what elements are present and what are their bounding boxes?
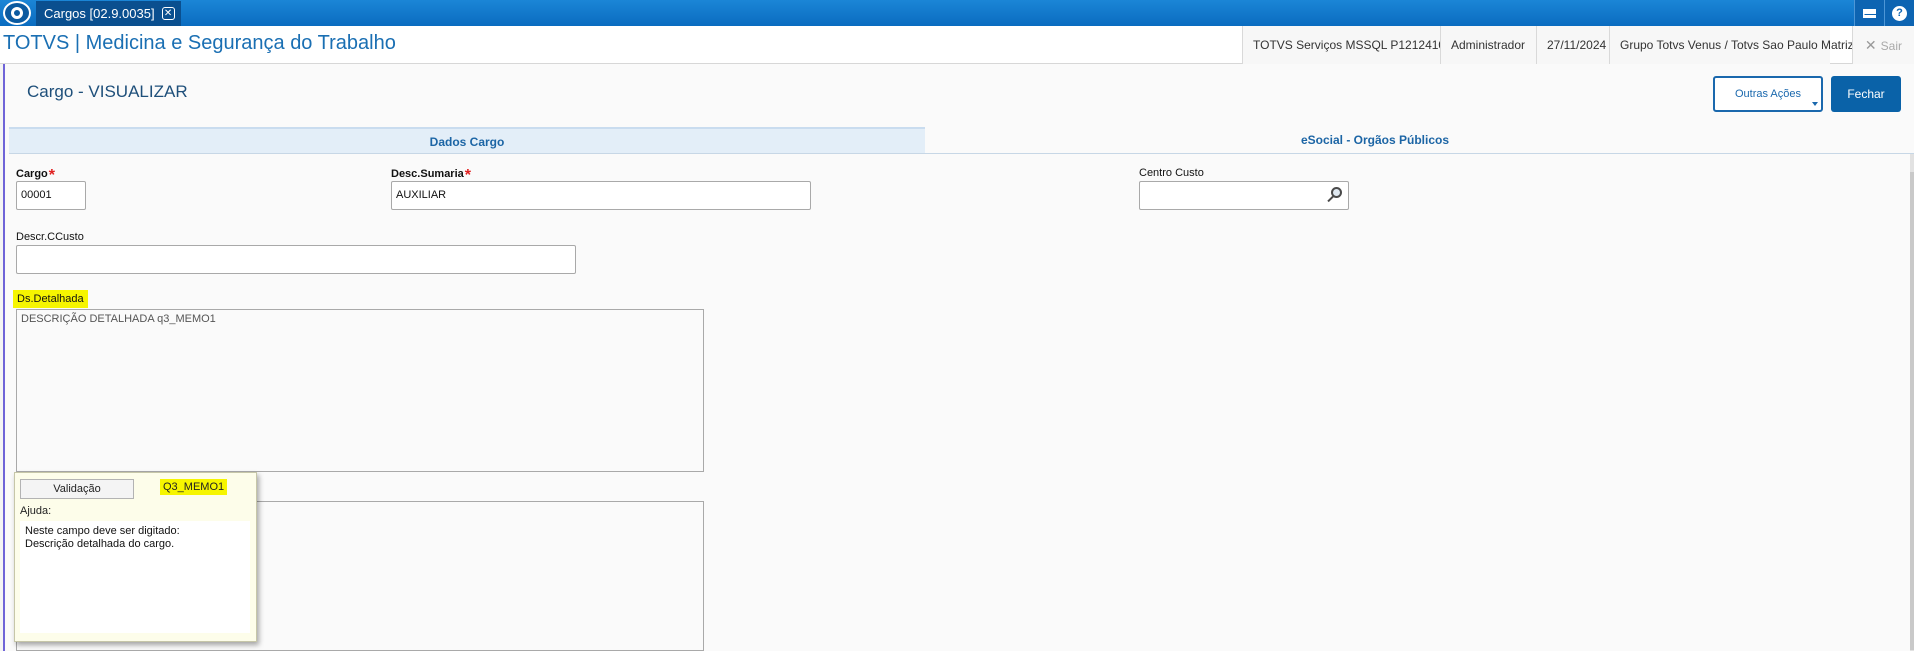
tab-cargos[interactable]: Cargos [02.9.0035] ✕ <box>36 1 181 26</box>
centro-custo-field[interactable] <box>1139 181 1349 210</box>
scrollbar-thumb[interactable] <box>1910 172 1914 650</box>
tab-dados-cargo[interactable]: Dados Cargo <box>9 127 925 153</box>
search-icon[interactable] <box>1326 186 1344 204</box>
help-text-line-2: Descrição detalhada do cargo. <box>25 538 175 550</box>
mail-button[interactable] <box>1854 0 1884 26</box>
cargo-field[interactable]: 00001 <box>16 181 86 210</box>
help-title: Ajuda: <box>20 505 52 517</box>
desc-sumaria-field[interactable]: AUXILIAR <box>391 181 811 210</box>
validation-button[interactable]: Validação <box>20 479 134 499</box>
help-text-line-1: Neste campo deve ser digitado: <box>25 525 180 537</box>
help-text: Neste campo deve ser digitado: Descrição… <box>20 521 250 633</box>
close-icon: ✕ <box>1864 37 1877 53</box>
exit-button[interactable]: ✕ Sair <box>1851 26 1914 64</box>
tab-esocial-orgaos-publicos[interactable]: eSocial - Orgãos Públicos <box>925 127 1825 153</box>
centro-custo-label: Centro Custo <box>1139 167 1204 179</box>
user-info: Administrador <box>1440 26 1536 64</box>
tab-cargos-label: Cargos [02.9.0035] <box>44 6 155 21</box>
ds-detalhada-label: Ds.Detalhada <box>13 290 88 308</box>
vertical-scrollbar[interactable] <box>1910 154 1914 651</box>
caret-down-icon <box>1812 102 1818 106</box>
totvs-logo-icon[interactable] <box>3 1 31 25</box>
date-info: 27/11/2024 <box>1536 26 1609 64</box>
other-actions-button[interactable]: Outras Ações <box>1713 76 1823 112</box>
other-actions-label: Outras Ações <box>1734 88 1802 100</box>
main-panel: Cargo - VISUALIZAR Outras Ações Fechar D… <box>3 64 1914 651</box>
exit-label: Sair <box>1880 39 1902 53</box>
field-name-badge: Q3_MEMO1 <box>160 479 228 495</box>
app-title: TOTVS | Medicina e Segurança do Trabalho <box>3 32 396 54</box>
close-icon[interactable]: ✕ <box>161 7 175 20</box>
descr-ccusto-field[interactable] <box>16 245 576 274</box>
help-button[interactable]: ? <box>1884 0 1914 26</box>
help-popup: Validação Q3_MEMO1 Ajuda: Neste campo de… <box>14 472 257 642</box>
close-button[interactable]: Fechar <box>1831 76 1901 112</box>
mail-icon <box>1863 8 1876 18</box>
ds-detalhada-field[interactable]: DESCRIÇÃO DETALHADA q3_MEMO1 <box>16 309 704 472</box>
environment-info: TOTVS Serviços MSSQL P1212410 <box>1242 26 1445 64</box>
company-info[interactable]: Grupo Totvs Venus / Totvs Sao Paulo Matr… <box>1609 26 1854 64</box>
top-bar: Cargos [02.9.0035] ✕ ? <box>0 0 1914 26</box>
page-title: Cargo - VISUALIZAR <box>27 82 188 101</box>
tab-divider <box>9 153 1914 154</box>
help-icon: ? <box>1892 5 1907 21</box>
descr-ccusto-label: Descr.CCusto <box>16 231 84 243</box>
header-bar: TOTVS | Medicina e Segurança do Trabalho… <box>0 26 1914 64</box>
cargo-label-text: Cargo <box>16 168 48 180</box>
desc-sumaria-label-text: Desc.Sumaria <box>391 168 464 180</box>
